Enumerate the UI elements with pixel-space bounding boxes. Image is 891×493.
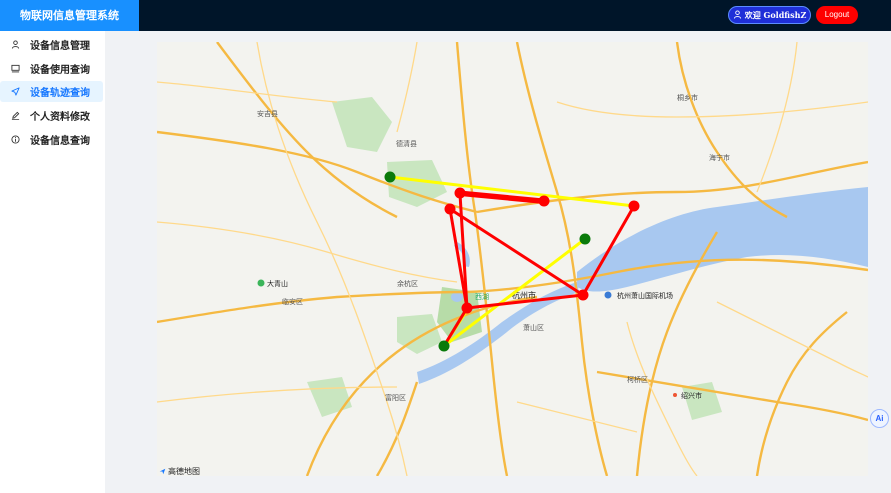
edit-icon bbox=[10, 110, 21, 121]
mountain-label: 大青山 bbox=[267, 279, 288, 288]
airport-label: 杭州萧山国际机场 bbox=[617, 291, 673, 300]
linan-label: 临安区 bbox=[282, 297, 303, 306]
user-icon bbox=[10, 39, 21, 50]
track-point-marker[interactable] bbox=[461, 302, 473, 314]
map-logo-icon bbox=[159, 468, 166, 475]
city-dot-icon bbox=[673, 393, 677, 397]
send-icon bbox=[10, 86, 21, 97]
sidebar-item-label: 设备轨迹查询 bbox=[30, 88, 90, 99]
fuyang-label: 富阳区 bbox=[385, 393, 406, 402]
sidebar-item-profile-edit[interactable]: 个人资料修改 bbox=[0, 105, 103, 126]
west-lake bbox=[451, 292, 463, 302]
deqing-label: 德清县 bbox=[396, 139, 417, 148]
west-lake-label: 西湖 bbox=[475, 292, 489, 301]
map-provider-logo: 高德地图 bbox=[159, 466, 200, 476]
sidebar-item-label: 设备信息查询 bbox=[30, 136, 90, 147]
map-canvas: 杭州市 西湖 杭州萧山国际机场 绍兴市 大青山 德清县 海宁市 萧山区 余杭区 … bbox=[157, 42, 868, 476]
logout-button[interactable]: Logout bbox=[816, 6, 858, 24]
track-point-marker[interactable] bbox=[577, 289, 589, 301]
qiantang-river bbox=[577, 187, 868, 292]
anji-label: 安吉县 bbox=[257, 109, 278, 118]
forest-area bbox=[307, 377, 352, 417]
forest-area bbox=[332, 97, 392, 152]
user-icon bbox=[733, 9, 742, 21]
track-start-marker[interactable] bbox=[438, 340, 450, 352]
airport-pin-icon bbox=[604, 291, 612, 299]
ai-assistant-button[interactable]: Ai bbox=[870, 409, 889, 428]
sidebar-item-label: 设备信息管理 bbox=[30, 41, 90, 52]
welcome-label: 欢迎 GoldfishZ bbox=[744, 9, 807, 20]
track-point-marker[interactable] bbox=[538, 195, 550, 207]
sidebar: 设备信息管理 设备使用查询 设备轨迹查询 个人资料修改 设备信息查询 bbox=[0, 31, 105, 493]
sidebar-item-device-management[interactable]: 设备信息管理 bbox=[0, 34, 103, 55]
sidebar-item-label: 个人资料修改 bbox=[30, 112, 90, 123]
track-start-marker[interactable] bbox=[384, 171, 396, 183]
app-title: 物联网信息管理系统 bbox=[0, 0, 139, 31]
sidebar-item-device-usage[interactable]: 设备使用查询 bbox=[0, 58, 103, 79]
sidebar-item-device-info[interactable]: 设备信息查询 bbox=[0, 129, 103, 150]
monitor-icon bbox=[10, 63, 21, 74]
xiaoshan-label: 萧山区 bbox=[523, 323, 544, 332]
track-map[interactable]: 杭州市 西湖 杭州萧山国际机场 绍兴市 大青山 德清县 海宁市 萧山区 余杭区 … bbox=[157, 42, 868, 476]
haining-label: 海宁市 bbox=[709, 153, 730, 162]
sidebar-item-device-track[interactable]: 设备轨迹查询 bbox=[0, 81, 103, 102]
mountain-pin-icon bbox=[257, 279, 265, 287]
tongxiang-label: 桐乡市 bbox=[677, 93, 698, 102]
track-start-marker[interactable] bbox=[579, 233, 591, 245]
shaoxing-label: 绍兴市 bbox=[681, 391, 702, 400]
yuhang-label: 余杭区 bbox=[397, 279, 418, 288]
top-bar: 物联网信息管理系统 欢迎 GoldfishZ Logout bbox=[0, 0, 891, 31]
map-provider-label: 高德地图 bbox=[168, 467, 200, 476]
info-icon bbox=[10, 134, 21, 145]
sidebar-item-label: 设备使用查询 bbox=[30, 65, 90, 76]
keqiao-label: 柯桥区 bbox=[627, 375, 648, 384]
track-line bbox=[448, 207, 585, 297]
user-welcome-button[interactable]: 欢迎 GoldfishZ bbox=[728, 6, 811, 24]
track-point-marker[interactable] bbox=[454, 187, 466, 199]
track-point-marker[interactable] bbox=[628, 200, 640, 212]
highways bbox=[157, 42, 868, 476]
track-point-marker[interactable] bbox=[444, 203, 456, 215]
